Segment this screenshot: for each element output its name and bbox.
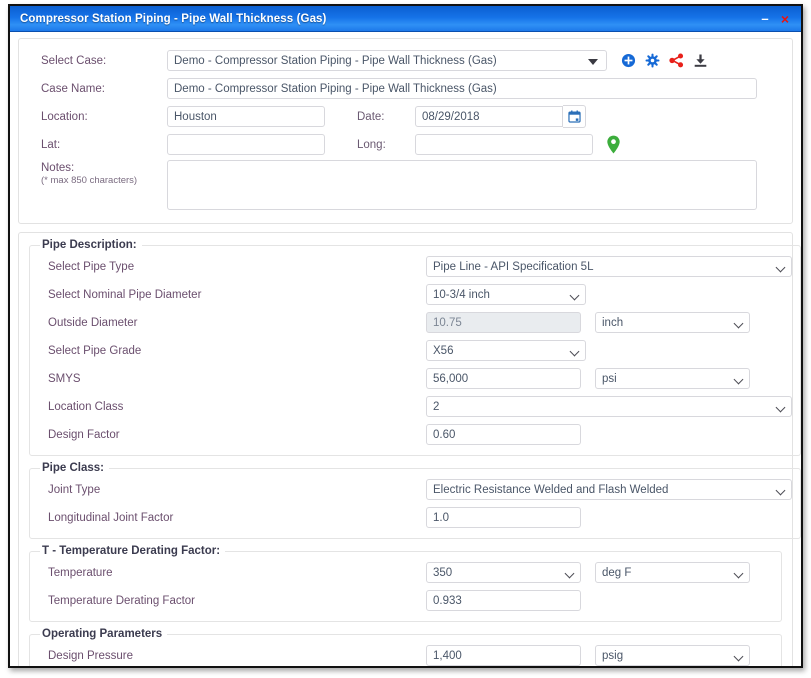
input-longitudinal-joint-factor[interactable]: 1.0 [426,507,581,528]
label-select-nominal-pipe-diameter: Select Nominal Pipe Diameter [48,288,202,301]
date-input[interactable]: 08/29/2018 [415,106,563,127]
notes-textarea[interactable] [167,160,757,210]
pipe-description-rows: Select Pipe Type Pipe Line - API Specific… [38,253,792,448]
select-case-row: Select Case: Demo - Compressor Station P… [29,47,782,74]
select-case-label: Select Case: [41,54,107,67]
field-row-design-factor: Design Factor 0.60 [38,421,792,448]
field-row-location-class: Location Class 2 [38,393,792,420]
label-design-pressure: Design Pressure [48,649,134,662]
location-label: Location: [41,110,88,123]
case-name-input[interactable]: Demo - Compressor Station Piping - Pipe … [167,78,757,99]
case-panel: Select Case: Demo - Compressor Station P… [18,38,793,224]
label-temperature-derating-factor: Temperature Derating Factor [48,594,196,607]
operating-parameters-legend: Operating Parameters [42,628,163,640]
pipe-class-rows: Joint Type Electric Resistance Welded and… [38,476,792,531]
notes-hint: (* max 850 characters) [41,175,138,186]
unit-dropdown-temperature[interactable]: deg F [595,562,750,583]
unit-dropdown-outside-diameter[interactable]: inch [595,312,750,333]
settings-gear-icon[interactable] [645,53,660,68]
date-field-wrapper: 08/29/2018 [415,105,586,128]
operating-parameters-group: Operating Parameters Design Pressure 1,40… [29,628,782,666]
download-icon[interactable] [693,53,708,68]
label-location-class: Location Class [48,400,124,413]
field-row-select-pipe-grade: Select Pipe Grade X56 [38,337,792,364]
label-smys: SMYS [48,372,81,385]
title-bar: Compressor Station Piping - Pipe Wall Th… [10,6,801,32]
close-button[interactable]: × [775,9,795,29]
window-title: Compressor Station Piping - Pipe Wall Th… [20,12,327,25]
location-date-row: Location: Houston Date: 08/29/2018 [29,103,782,130]
pipe-class-group: Pipe Class: Joint Type Electric Resistanc… [29,462,801,539]
long-input[interactable] [415,134,593,155]
location-input[interactable]: Houston [167,106,325,127]
long-label: Long: [357,138,386,151]
notes-label-group: Notes: (* max 850 characters) [29,160,167,186]
field-row-temperature: Temperature 350 deg F [38,559,773,586]
input-outside-diameter: 10.75 [426,312,581,333]
label-joint-type: Joint Type [48,483,101,496]
notes-row: Notes: (* max 850 characters) [29,160,782,216]
dropdown-select-nominal-pipe-diameter[interactable]: 10-3/4 inch [426,284,586,305]
field-row-temperature-derating-factor: Temperature Derating Factor 0.933 [38,587,773,614]
date-label: Date: [357,110,385,123]
case-action-icons [607,53,708,68]
label-design-factor: Design Factor [48,428,120,441]
window-body: Select Case: Demo - Compressor Station P… [10,32,801,666]
input-design-factor[interactable]: 0.60 [426,424,581,445]
add-case-icon[interactable] [621,53,636,68]
label-longitudinal-joint-factor: Longitudinal Joint Factor [48,511,174,524]
pipe-description-group: Pipe Description: Select Pipe Type Pipe L… [29,239,801,456]
calendar-icon[interactable] [563,105,586,128]
field-row-select-nominal-pipe-diameter: Select Nominal Pipe Diameter 10-3/4 inch [38,281,792,308]
dropdown-location-class[interactable]: 2 [426,396,792,417]
operating-parameters-rows: Design Pressure 1,400 psig [38,642,773,666]
pipe-description-legend: Pipe Description: [42,239,137,251]
screenshot-root: Compressor Station Piping - Pipe Wall Th… [0,0,811,678]
lat-label: Lat: [41,138,61,151]
dropdown-joint-type[interactable]: Electric Resistance Welded and Flash Wel… [426,479,792,500]
application-window: Compressor Station Piping - Pipe Wall Th… [8,4,803,668]
pipe-class-legend: Pipe Class: [42,462,104,474]
field-row-longitudinal-joint-factor: Longitudinal Joint Factor 1.0 [38,504,792,531]
input-smys[interactable]: 56,000 [426,368,581,389]
input-temperature-derating-factor[interactable]: 0.933 [426,590,581,611]
label-select-pipe-grade: Select Pipe Grade [48,344,142,357]
lat-input[interactable] [167,134,325,155]
map-pin-icon[interactable] [593,135,622,154]
label-temperature: Temperature [48,566,113,579]
share-icon[interactable] [669,53,684,68]
dropdown-select-pipe-grade[interactable]: X56 [426,340,586,361]
unit-dropdown-design-pressure[interactable]: psig [595,645,750,666]
field-row-smys: SMYS 56,000 psi [38,365,792,392]
select-case-dropdown[interactable]: Demo - Compressor Station Piping - Pipe … [167,50,607,71]
case-name-label: Case Name: [41,82,105,95]
label-select-pipe-type: Select Pipe Type [48,260,135,273]
notes-label: Notes: [41,162,75,174]
input-design-pressure[interactable]: 1,400 [426,645,581,666]
parameters-panel: Pipe Description: Select Pipe Type Pipe L… [18,232,801,666]
field-row-joint-type: Joint Type Electric Resistance Welded and… [38,476,792,503]
field-row-outside-diameter: Outside Diameter 10.75 inch [38,309,792,336]
dropdown-select-pipe-type[interactable]: Pipe Line - API Specification 5L [426,256,792,277]
dropdown-temperature[interactable]: 350 [426,562,581,583]
label-outside-diameter: Outside Diameter [48,316,138,329]
case-name-row: Case Name: Demo - Compressor Station Pip… [29,75,782,102]
unit-dropdown-smys[interactable]: psi [595,368,750,389]
temperature-derating-rows: Temperature 350 deg F Temperature Derating … [38,559,773,614]
temperature-derating-group: T - Temperature Derating Factor: Tempera… [29,545,782,622]
minimize-button[interactable]: – [755,9,775,29]
temperature-derating-legend: T - Temperature Derating Factor: [42,545,221,557]
field-row-design-pressure: Design Pressure 1,400 psig [38,642,773,666]
lat-long-row: Lat: Long: [29,131,782,158]
field-row-select-pipe-type: Select Pipe Type Pipe Line - API Specific… [38,253,792,280]
